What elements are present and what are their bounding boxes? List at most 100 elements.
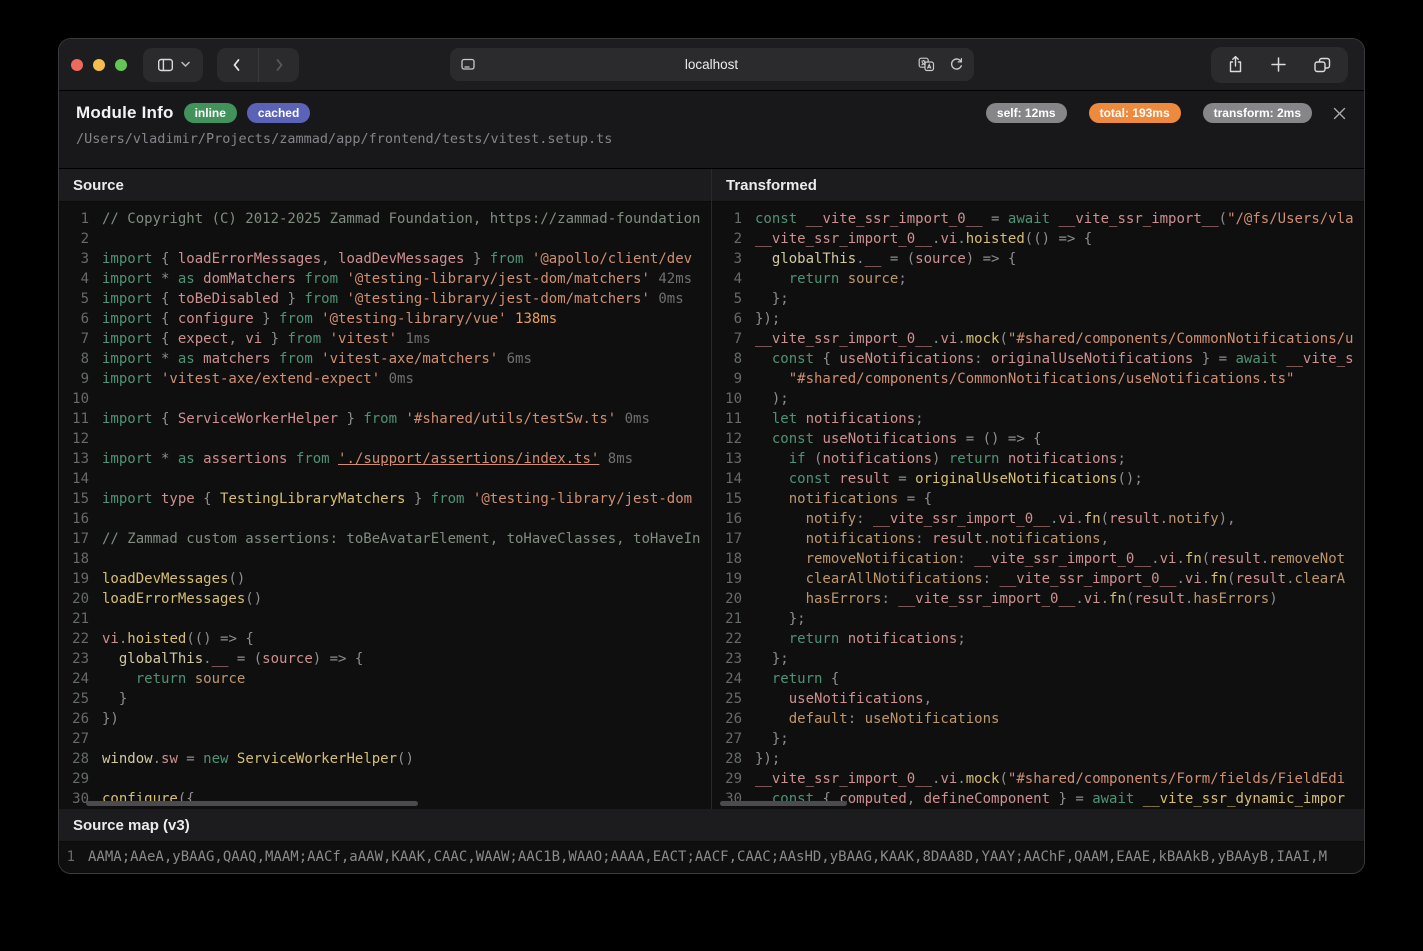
- code-token: vi: [1185, 571, 1202, 587]
- line-number: 18: [59, 549, 89, 569]
- line-number: 8: [59, 349, 89, 369]
- line-number: 10: [712, 389, 742, 409]
- code-text: AAMA;AAeA,yBAAG,QAAQ,MAAM;AACf,aAAW,KAAK…: [88, 847, 1327, 867]
- code-text: __vite_ssr_import_0__.vi.mock("#shared/c…: [755, 329, 1353, 349]
- tab-overview-icon[interactable]: [1313, 56, 1332, 74]
- code-line: 27 };: [712, 729, 1364, 749]
- code-line: 7__vite_ssr_import_0__.vi.mock("#shared/…: [712, 329, 1364, 349]
- code-token: notify: [1168, 511, 1219, 527]
- code-token: result: [1235, 571, 1286, 587]
- code-token: useNotifications: [865, 711, 1000, 727]
- minimize-window-button[interactable]: [93, 59, 105, 71]
- code-token: __vite_ssr_import_0__: [755, 331, 932, 347]
- code-line: 30configure({: [59, 789, 711, 809]
- address-bar[interactable]: localhost: [450, 48, 974, 81]
- code-token: } =: [1193, 351, 1235, 367]
- code-token: configure: [178, 311, 254, 327]
- code-text: }): [102, 709, 119, 729]
- module-info-header: Module Info inlinecached self: 12mstotal…: [59, 91, 1364, 169]
- code-token: vi: [940, 771, 957, 787]
- forward-button[interactable]: [258, 48, 300, 82]
- code-text: loadDevMessages(): [102, 569, 245, 589]
- code-line: 25 useNotifications,: [712, 689, 1364, 709]
- code-token: __vite_ssr_import_0__: [755, 771, 932, 787]
- line-number: 2: [712, 229, 742, 249]
- url-text[interactable]: localhost: [450, 57, 974, 72]
- code-line: 19 loadDevMessages(): [59, 569, 711, 589]
- code-text: __vite_ssr_import_0__.vi.mock("#shared/c…: [755, 769, 1345, 789]
- code-token: }: [262, 331, 287, 347]
- transformed-code-view[interactable]: 1const __vite_ssr_import_0__ = await __v…: [712, 202, 1364, 809]
- code-token: {: [153, 411, 178, 427]
- timing-badges: self: 12mstotal: 193mstransform: 2ms: [976, 103, 1312, 123]
- line-number: 1: [59, 847, 75, 867]
- share-icon[interactable]: [1227, 55, 1244, 74]
- line-number: 7: [59, 329, 89, 349]
- code-line: 8import * as matchers from 'vitest-axe/m…: [59, 349, 711, 369]
- back-button[interactable]: [217, 48, 258, 82]
- timing-badge: self: 12ms: [986, 103, 1067, 123]
- code-token: vi: [245, 331, 262, 347]
- sidebar-toggle-button[interactable]: [143, 48, 203, 82]
- code-line: 24 return {: [712, 669, 1364, 689]
- chevron-down-icon: [181, 61, 190, 68]
- code-token: source: [262, 651, 313, 667]
- line-number: 19: [59, 569, 89, 589]
- code-token: 42ms: [650, 271, 692, 287]
- code-line: 3 globalThis.__ = (source) => {: [712, 249, 1364, 269]
- code-line: 21: [59, 609, 711, 629]
- code-token: from: [431, 491, 465, 507]
- code-token: '#shared/utils/testSw.ts': [397, 411, 616, 427]
- transformed-horizontal-scrollbar[interactable]: [720, 801, 847, 806]
- code-text: globalThis.__ = (source) => {: [755, 249, 1016, 269]
- code-token: "#shared/components/CommonNotifications/…: [755, 371, 1294, 387]
- module-link[interactable]: './support/assertions/index.ts': [338, 451, 599, 467]
- source-code-view[interactable]: 1// Copyright (C) 2012-2025 Zammad Found…: [59, 202, 711, 809]
- code-text: "#shared/components/CommonNotifications/…: [755, 369, 1294, 389]
- code-token: from: [279, 311, 313, 327]
- sidebar-icon: [157, 57, 174, 73]
- code-token: ;: [898, 271, 906, 287]
- module-badges: inlinecached: [174, 104, 311, 122]
- code-token: __vite_ssr_import__: [1050, 211, 1219, 227]
- code-line: 22 return notifications;: [712, 629, 1364, 649]
- line-number: 3: [712, 249, 742, 269]
- code-line: 21 };: [712, 609, 1364, 629]
- code-text: });: [755, 309, 780, 329]
- code-token: from: [304, 271, 338, 287]
- code-line: 6});: [712, 309, 1364, 329]
- code-token: notifications: [755, 531, 915, 547]
- code-token: :: [856, 511, 873, 527]
- new-tab-icon[interactable]: [1270, 56, 1287, 73]
- code-token: :: [848, 711, 865, 727]
- line-number: 21: [712, 609, 742, 629]
- close-panel-button[interactable]: [1332, 106, 1347, 121]
- code-token: ): [1269, 591, 1277, 607]
- line-number: 24: [59, 669, 89, 689]
- sourcemap-code-view[interactable]: 1 AAMA;AAeA,yBAAG,QAAQ,MAAM;AACf,aAAW,KAA…: [59, 842, 1364, 873]
- code-text: import { expect, vi } from 'vitest' 1ms: [102, 329, 431, 349]
- code-token: notifications: [755, 491, 898, 507]
- source-horizontal-scrollbar[interactable]: [86, 801, 418, 806]
- code-token: "#shared/components/Form/fields/FieldEdi: [1008, 771, 1345, 787]
- code-token: await: [1008, 211, 1050, 227]
- line-number: 19: [712, 569, 742, 589]
- code-token: useNotifications: [839, 351, 974, 367]
- code-line: 16: [59, 509, 711, 529]
- code-token: (: [1202, 551, 1210, 567]
- line-number: 24: [712, 669, 742, 689]
- code-token: ServiceWorkerHelper: [178, 411, 338, 427]
- code-token: *: [153, 271, 178, 287]
- code-token: result: [831, 471, 890, 487]
- code-token: result: [932, 531, 983, 547]
- timing-badge: total: 193ms: [1089, 103, 1181, 123]
- zoom-window-button[interactable]: [115, 59, 127, 71]
- code-token: globalThis: [755, 251, 856, 267]
- code-token: };: [755, 651, 789, 667]
- sourcemap-section: Source map (v3) 1AAMA;AAeA,yBAAG,QAAQ,MA…: [59, 809, 1364, 873]
- line-number: 10: [59, 389, 89, 409]
- code-token: {: [814, 351, 839, 367]
- code-token: loadErrorMessages: [178, 251, 321, 267]
- close-window-button[interactable]: [71, 59, 83, 71]
- code-token: source: [186, 671, 245, 687]
